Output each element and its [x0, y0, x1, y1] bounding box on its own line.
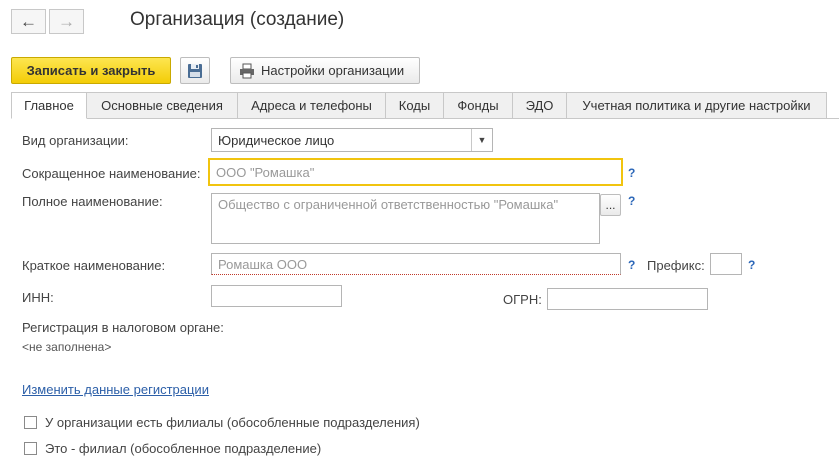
inn-input[interactable] [211, 285, 342, 307]
tab-funds[interactable]: Фонды [444, 92, 513, 119]
arrow-left-icon: ← [20, 11, 37, 31]
save-button[interactable] [180, 57, 210, 84]
tab-basic-info[interactable]: Основные сведения [87, 92, 238, 119]
org-settings-label: Настройки организации [261, 63, 405, 78]
has-branches-checkbox[interactable] [24, 416, 37, 429]
brief-name-label: Краткое наименование: [22, 258, 166, 273]
forward-button[interactable]: → [49, 9, 84, 34]
short-name-help-icon[interactable]: ? [628, 166, 635, 180]
tax-registration-label: Регистрация в налоговом органе: [22, 320, 224, 335]
org-type-select[interactable]: Юридическое лицо ▼ [211, 128, 493, 152]
tab-main[interactable]: Главное [11, 92, 87, 119]
short-name-input[interactable]: ООО "Ромашка" [208, 158, 623, 186]
org-type-label: Вид организации: [22, 133, 129, 148]
floppy-disk-icon [188, 63, 202, 78]
ogrn-label: ОГРН: [503, 292, 542, 307]
has-branches-label: У организации есть филиалы (обособленные… [45, 415, 420, 430]
short-name-placeholder: ООО "Ромашка" [216, 164, 315, 180]
full-name-placeholder: Общество с ограниченной ответственностью… [218, 197, 559, 212]
tab-edo[interactable]: ЭДО [513, 92, 567, 119]
prefix-help-icon[interactable]: ? [748, 258, 755, 272]
org-type-value: Юридическое лицо [218, 132, 335, 148]
is-branch-checkbox[interactable] [24, 442, 37, 455]
dropdown-arrow-icon[interactable]: ▼ [471, 129, 492, 151]
org-settings-button[interactable]: Настройки организации [230, 57, 420, 84]
tab-addresses-phones[interactable]: Адреса и телефоны [238, 92, 386, 119]
ogrn-input[interactable] [547, 288, 708, 310]
change-registration-link[interactable]: Изменить данные регистрации [22, 382, 209, 397]
brief-name-placeholder: Ромашка ООО [218, 256, 308, 272]
full-name-help-icon[interactable]: ? [628, 194, 635, 208]
brief-name-help-icon[interactable]: ? [628, 258, 635, 272]
page-title: Организация (создание) [130, 9, 345, 30]
tab-codes[interactable]: Коды [386, 92, 444, 119]
short-name-label: Сокращенное наименование: [22, 166, 201, 181]
inn-label: ИНН: [22, 290, 54, 305]
full-name-ellipsis-button[interactable]: ... [600, 194, 621, 216]
arrow-right-icon: → [58, 11, 75, 31]
tab-accounting-policy[interactable]: Учетная политика и другие настройки [567, 92, 827, 119]
full-name-textarea[interactable]: Общество с ограниченной ответственностью… [211, 193, 600, 244]
printer-icon [240, 63, 254, 78]
tab-bar: Главное Основные сведения Адреса и телеф… [11, 92, 827, 119]
save-and-close-button[interactable]: Записать и закрыть [11, 57, 171, 84]
prefix-input[interactable] [710, 253, 742, 275]
prefix-label: Префикс: [647, 258, 705, 273]
tax-registration-value: <не заполнена> [22, 340, 112, 354]
full-name-label: Полное наименование: [22, 194, 163, 209]
back-button[interactable]: ← [11, 9, 46, 34]
brief-name-input[interactable]: Ромашка ООО [211, 253, 621, 275]
is-branch-label: Это - филиал (обособленное подразделение… [45, 441, 322, 456]
